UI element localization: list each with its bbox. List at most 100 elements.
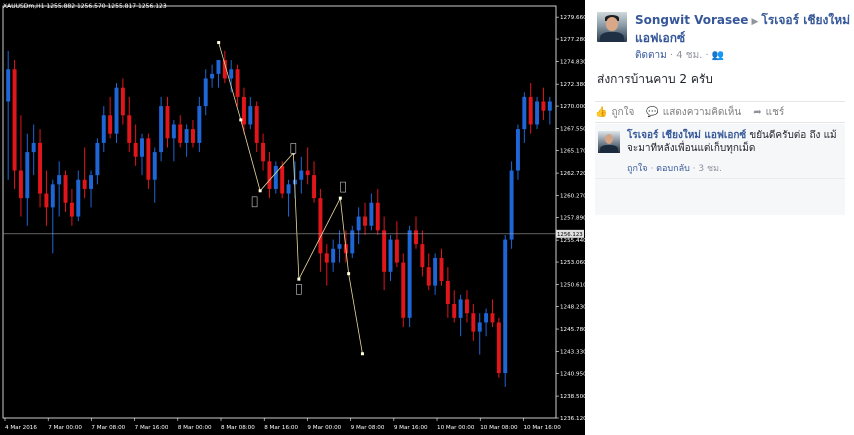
candle-body (280, 165, 285, 194)
comment-button[interactable]: 💬 แสดงความคิดเห็น (646, 105, 741, 120)
candle-body (337, 244, 342, 249)
candle-body (426, 267, 431, 286)
wave-label-marker (296, 283, 302, 295)
candle-body (394, 239, 399, 263)
candle-body (140, 138, 144, 157)
author-name-link[interactable]: Songwit Vorasee (635, 13, 748, 27)
zigzag-point (239, 118, 243, 122)
candle-body (286, 184, 291, 194)
candle-body (382, 230, 387, 272)
candle-body (363, 216, 367, 226)
candle-body (273, 165, 278, 189)
candle-body (522, 96, 527, 130)
comment-author-link[interactable]: โรเจอร์ เชียงใหม่ แอฟเอกซ์ (627, 130, 746, 141)
friends-icon: 👥 (711, 50, 725, 61)
candle-body (261, 142, 266, 162)
zigzag-point (217, 41, 221, 45)
candle-body (433, 257, 438, 286)
candle-body (159, 106, 164, 153)
comment-like-link[interactable]: ถูกใจ (627, 164, 648, 174)
candle-body (324, 253, 329, 263)
comment-time[interactable]: 3 ชม. (698, 164, 722, 174)
candle-body (31, 142, 36, 153)
price-tick-label: 1260.270 (560, 194, 585, 200)
candle-body (465, 299, 469, 314)
price-tick-label: 1248.230 (560, 305, 585, 311)
candle-body (127, 115, 132, 143)
candle-body (63, 175, 68, 203)
candle-body (6, 69, 11, 102)
share-label: แชร์ (765, 106, 785, 118)
time-tick-label: 4 Mar 2016 (5, 425, 37, 431)
time-tick-label: 7 Mar 16:00 (135, 425, 169, 431)
comment-reply-link[interactable]: ตอบกลับ (656, 164, 690, 174)
thumbs-up-icon: 👍 (595, 106, 608, 118)
time-tick-label: 9 Mar 08:00 (351, 425, 385, 431)
candle-body (229, 69, 234, 79)
candle-body (299, 170, 304, 180)
time-tick-label: 8 Mar 08:00 (221, 425, 255, 431)
candle-body (101, 115, 106, 143)
zigzag-point (347, 272, 351, 276)
zigzag-point (360, 352, 364, 356)
wave-label-marker (290, 143, 297, 154)
post-text: ส่งการบ้านคาบ 2 ครับ (597, 72, 713, 86)
follow-link[interactable]: ติดตาม (635, 50, 667, 61)
time-tick-label: 10 Mar 08:00 (480, 425, 518, 431)
price-tick-label: 1272.380 (560, 82, 585, 88)
candle-body (18, 170, 23, 199)
candle-body (248, 106, 253, 125)
candle-body (216, 60, 221, 74)
candle-body (210, 73, 215, 79)
candle-body (241, 96, 246, 125)
chart-header: XAUUSDm,H1 1255.882 1256.570 1255.817 12… (3, 3, 167, 10)
time-tick-label: 8 Mar 00:00 (178, 425, 212, 431)
candle-body (490, 313, 495, 323)
author-avatar[interactable] (597, 12, 627, 42)
candle-body (25, 152, 30, 199)
candle-body (267, 161, 272, 189)
candle-body (388, 239, 393, 272)
price-tick-label: 1270.000 (560, 104, 585, 110)
time-tick-label: 7 Mar 00:00 (48, 425, 82, 431)
commenter-avatar[interactable] (598, 131, 620, 153)
like-button[interactable]: 👍 ถูกใจ (595, 105, 634, 120)
chart-canvas[interactable]: 1279.660 1277.280 1274.830 1272.380 1270.000… (0, 0, 585, 435)
candle-body (407, 230, 412, 318)
like-label: ถูกใจ (611, 106, 635, 118)
time-tick-label: 8 Mar 16:00 (264, 425, 298, 431)
candle-body (484, 313, 489, 323)
reply-input[interactable] (595, 178, 845, 215)
candle-body (235, 69, 240, 97)
candle-body (69, 202, 74, 217)
comment-body: โรเจอร์ เชียงใหม่ แอฟเอกซ์ ขยันดีครับต่อ… (627, 129, 842, 155)
price-tick-label: 1253.060 (560, 260, 585, 266)
price-tick-label: 1262.720 (560, 171, 585, 177)
share-button[interactable]: ➦ แชร์ (753, 105, 784, 120)
time-tick-label: 9 Mar 00:00 (307, 425, 341, 431)
candle-body (76, 179, 81, 217)
wave-label-marker (340, 181, 346, 193)
candle-body (318, 198, 323, 254)
candle-body (203, 78, 208, 107)
facebook-post-panel: Songwit Vorasee ▶ โรเจอร์ เชียงใหม่ แอฟเอก… (585, 0, 854, 435)
candle-body (503, 239, 508, 374)
candle-body (165, 106, 170, 139)
comment-meta: ถูกใจ · ตอบกลับ · 3 ชม. (627, 164, 722, 174)
post-time[interactable]: 4 ชม. (676, 50, 702, 61)
price-tick-label: 1267.550 (560, 127, 585, 133)
comment: โรเจอร์ เชียงใหม่ แอฟเอกซ์ ขยันดีครับต่อ… (595, 124, 845, 178)
price-tick-label: 1245.780 (560, 327, 585, 333)
zigzag-point (258, 189, 262, 193)
time-tick-label: 10 Mar 16:00 (523, 425, 561, 431)
price-tick-label: 1236.120 (560, 416, 585, 422)
candle-body (369, 202, 374, 226)
price-tick-label: 1265.170 (560, 149, 585, 155)
candle-body (146, 138, 151, 180)
candle-body (89, 175, 93, 189)
candle-body (191, 129, 195, 143)
price-chart[interactable]: 1279.660 1277.280 1274.830 1272.380 1270.000… (0, 0, 585, 435)
candle-body (254, 106, 259, 143)
price-tick-label: 1243.330 (560, 350, 585, 356)
candle-body (50, 184, 55, 208)
